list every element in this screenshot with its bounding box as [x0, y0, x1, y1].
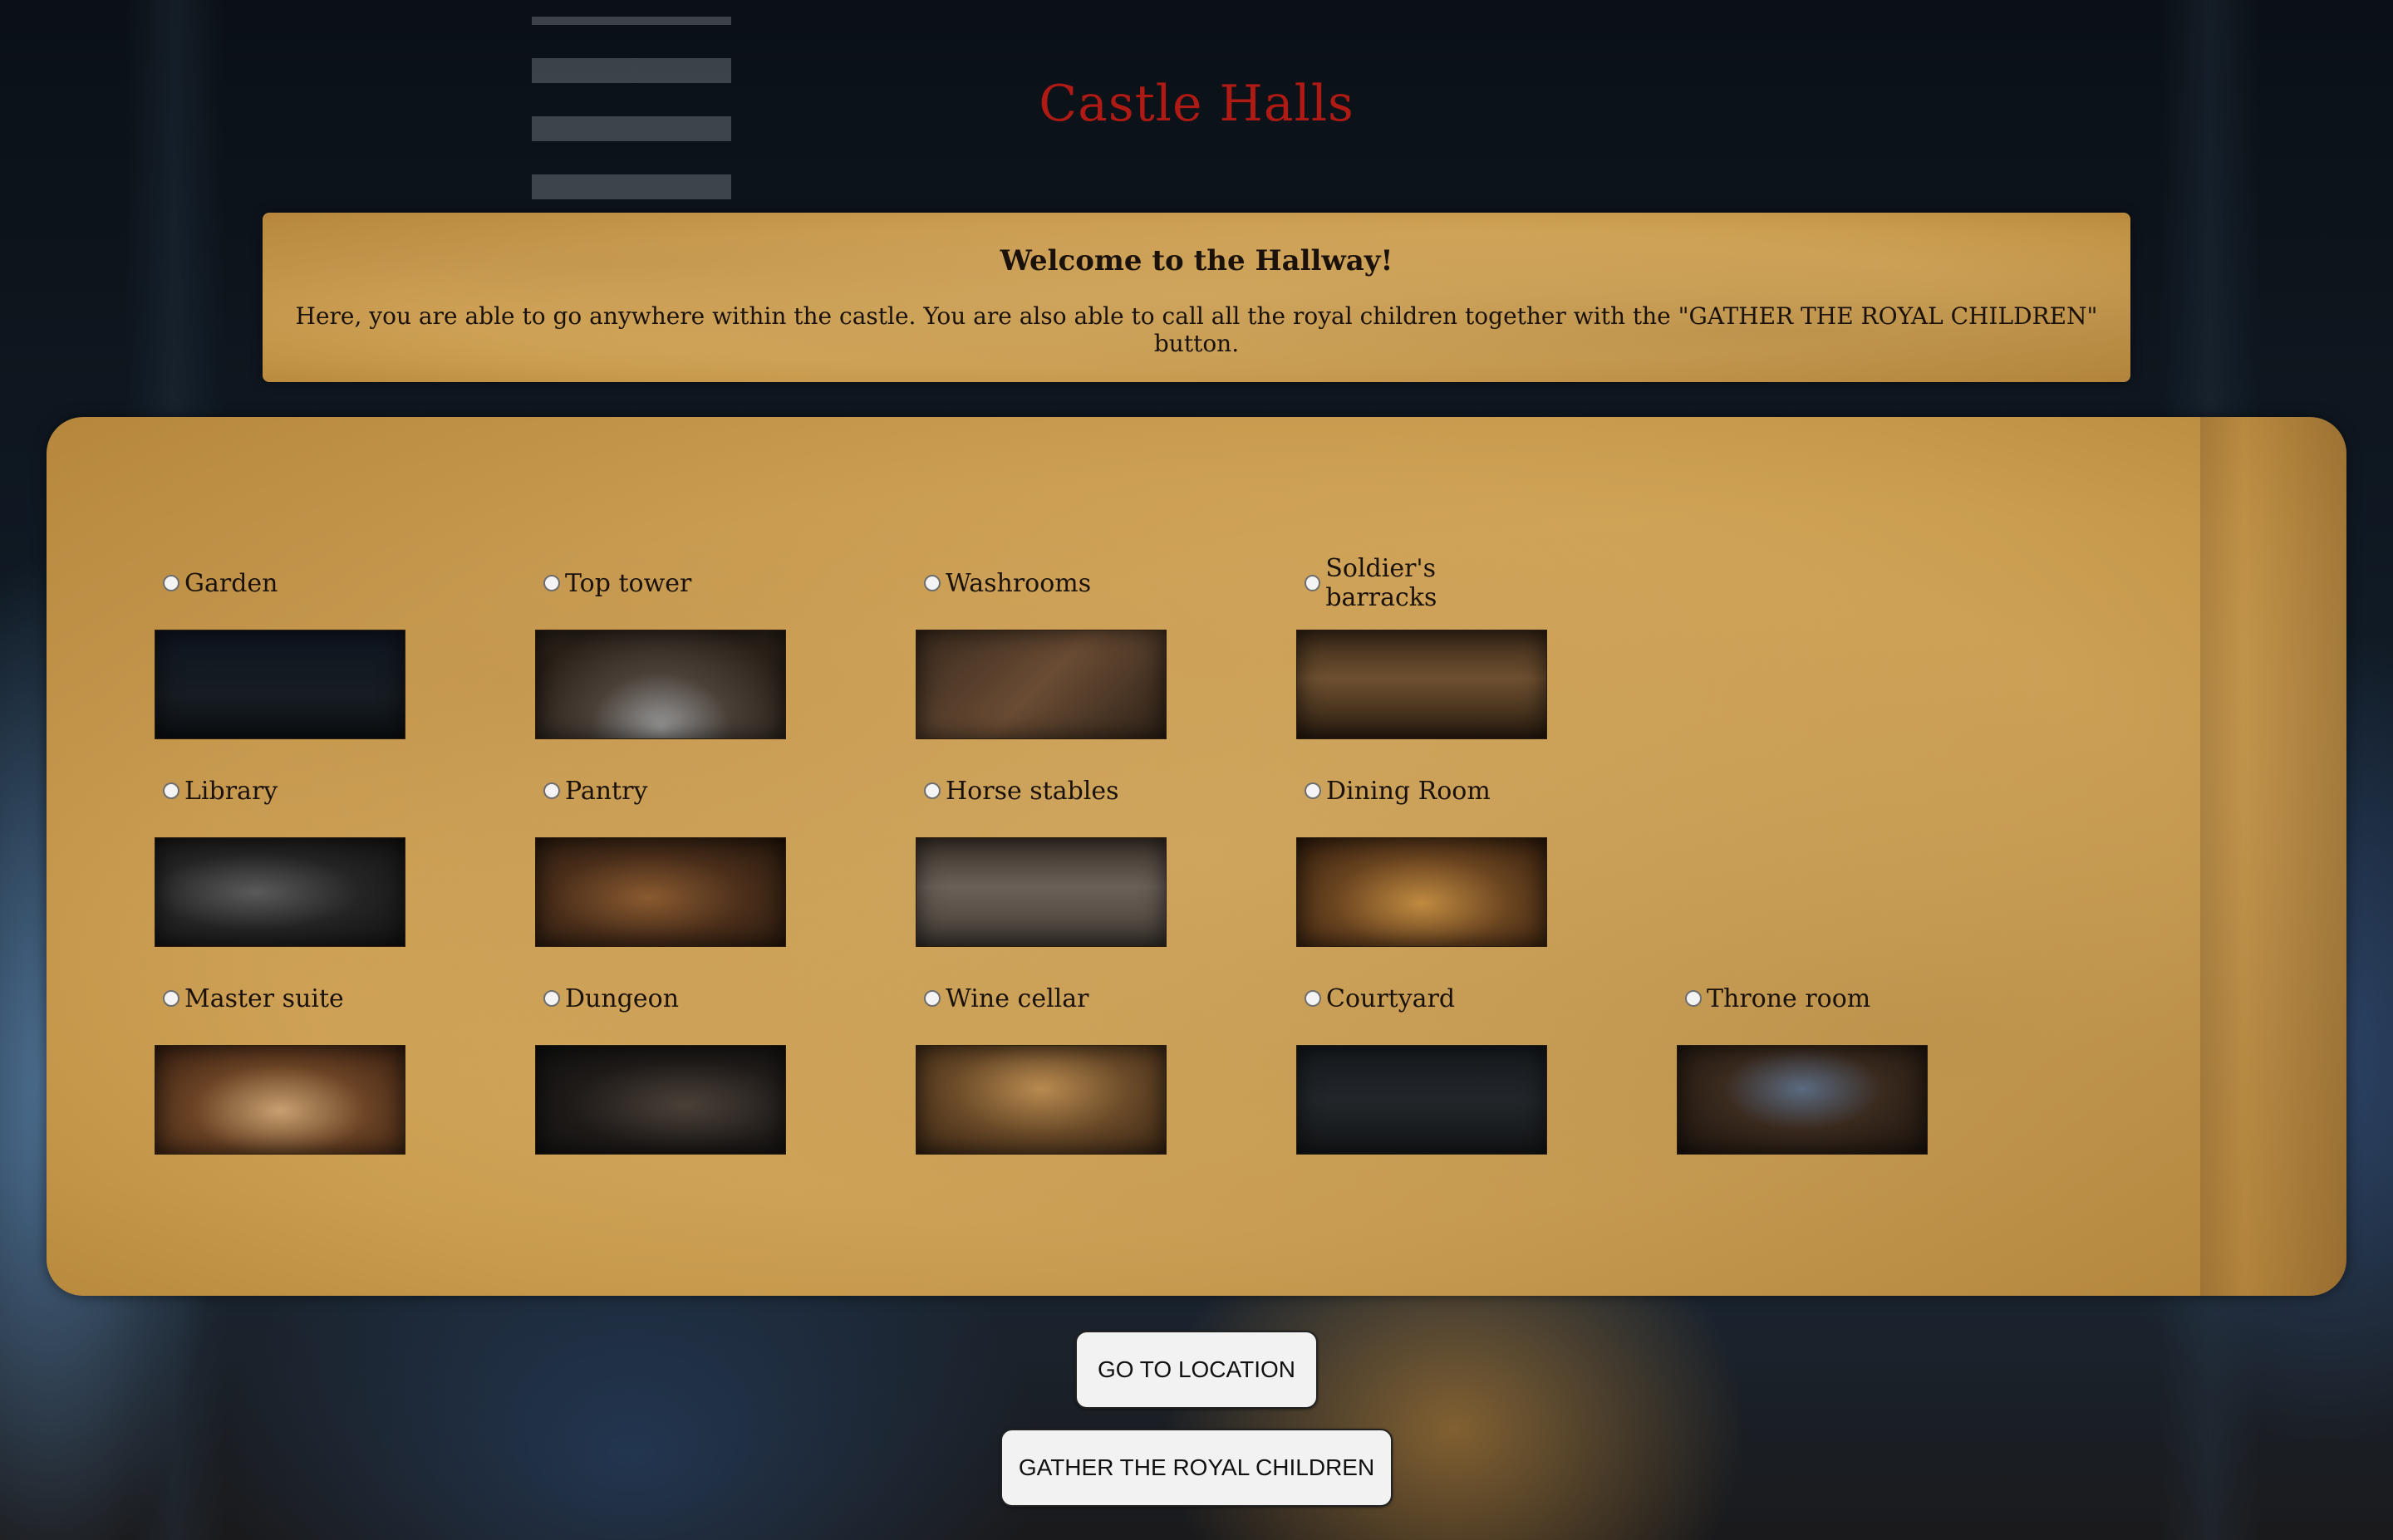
location-name: Washrooms	[946, 568, 1092, 598]
location-thumbnail	[916, 630, 1167, 739]
location-thumbnail	[155, 1045, 405, 1155]
radio-button[interactable]	[543, 782, 560, 799]
location-label[interactable]: Soldier's barracks	[1296, 554, 1545, 612]
location-label[interactable]: Master suite	[155, 982, 404, 1015]
scroll-edge	[2200, 417, 2346, 1296]
location-name: Throne room	[1707, 983, 1871, 1013]
welcome-text: Here, you are able to go anywhere within…	[295, 302, 2098, 357]
location-thumbnail	[1677, 1045, 1928, 1155]
location-label[interactable]: Wine cellar	[916, 982, 1165, 1015]
radio-button[interactable]	[1305, 990, 1321, 1007]
location-name: Dining Room	[1326, 776, 1491, 806]
location-thumbnail	[155, 837, 405, 947]
radio-button[interactable]	[543, 575, 560, 591]
location-option[interactable]: Soldier's barracks	[1296, 554, 1547, 739]
location-option[interactable]: Courtyard	[1296, 982, 1547, 1155]
location-label[interactable]: Top tower	[535, 566, 784, 600]
radio-button[interactable]	[924, 575, 941, 591]
location-thumbnail	[1296, 630, 1547, 739]
location-option[interactable]: Dungeon	[535, 982, 786, 1155]
location-name: Courtyard	[1326, 983, 1456, 1013]
location-thumbnail	[535, 1045, 786, 1155]
location-thumbnail	[535, 630, 786, 739]
gather-royal-children-button[interactable]: GATHER THE ROYAL CHILDREN	[1000, 1429, 1393, 1507]
radio-button[interactable]	[1305, 782, 1321, 799]
welcome-box: Welcome to the Hallway! Here, you are ab…	[263, 213, 2130, 382]
location-label[interactable]: Washrooms	[916, 566, 1165, 600]
location-name: Soldier's barracks	[1325, 554, 1437, 612]
radio-button[interactable]	[543, 990, 560, 1007]
location-thumbnail	[916, 1045, 1167, 1155]
radio-button[interactable]	[163, 990, 179, 1007]
location-option[interactable]: Top tower	[535, 566, 786, 739]
go-to-location-button[interactable]: GO TO LOCATION	[1075, 1331, 1318, 1409]
location-thumbnail	[1296, 837, 1547, 947]
location-option[interactable]: Master suite	[155, 982, 405, 1155]
location-thumbnail	[916, 837, 1167, 947]
location-option[interactable]: Throne room	[1677, 982, 1928, 1155]
location-name: Top tower	[565, 568, 692, 598]
location-option[interactable]: Horse stables	[916, 774, 1167, 947]
location-name: Wine cellar	[946, 983, 1089, 1013]
location-name: Pantry	[565, 776, 648, 806]
location-thumbnail	[535, 837, 786, 947]
location-label[interactable]: Dining Room	[1296, 774, 1545, 807]
location-label[interactable]: Garden	[155, 566, 404, 600]
radio-button[interactable]	[163, 782, 179, 799]
location-label[interactable]: Library	[155, 774, 404, 807]
location-name: Dungeon	[565, 983, 680, 1013]
radio-button[interactable]	[1305, 575, 1321, 591]
location-option[interactable]: Washrooms	[916, 566, 1167, 739]
location-option[interactable]: Wine cellar	[916, 982, 1167, 1155]
location-thumbnail	[1296, 1045, 1547, 1155]
location-option[interactable]: Garden	[155, 566, 405, 739]
location-label[interactable]: Horse stables	[916, 774, 1165, 807]
radio-button[interactable]	[163, 575, 179, 591]
location-option[interactable]: Pantry	[535, 774, 786, 947]
location-option[interactable]: Library	[155, 774, 405, 947]
location-name: Horse stables	[946, 776, 1119, 806]
radio-button[interactable]	[924, 990, 941, 1007]
radio-button[interactable]	[1685, 990, 1702, 1007]
location-name: Garden	[184, 568, 278, 598]
page-title: Castle Halls	[1039, 75, 1354, 133]
location-label[interactable]: Throne room	[1677, 982, 1926, 1015]
location-name: Library	[184, 776, 278, 806]
location-label[interactable]: Courtyard	[1296, 982, 1545, 1015]
location-label[interactable]: Dungeon	[535, 982, 784, 1015]
location-option[interactable]: Dining Room	[1296, 774, 1547, 947]
location-name: Master suite	[184, 983, 344, 1013]
location-label[interactable]: Pantry	[535, 774, 784, 807]
radio-button[interactable]	[924, 782, 941, 799]
locations-panel: Garden Top tower Washrooms Soldier's bar…	[47, 417, 2346, 1296]
location-thumbnail	[155, 630, 405, 739]
welcome-heading: Welcome to the Hallway!	[1000, 244, 1393, 277]
